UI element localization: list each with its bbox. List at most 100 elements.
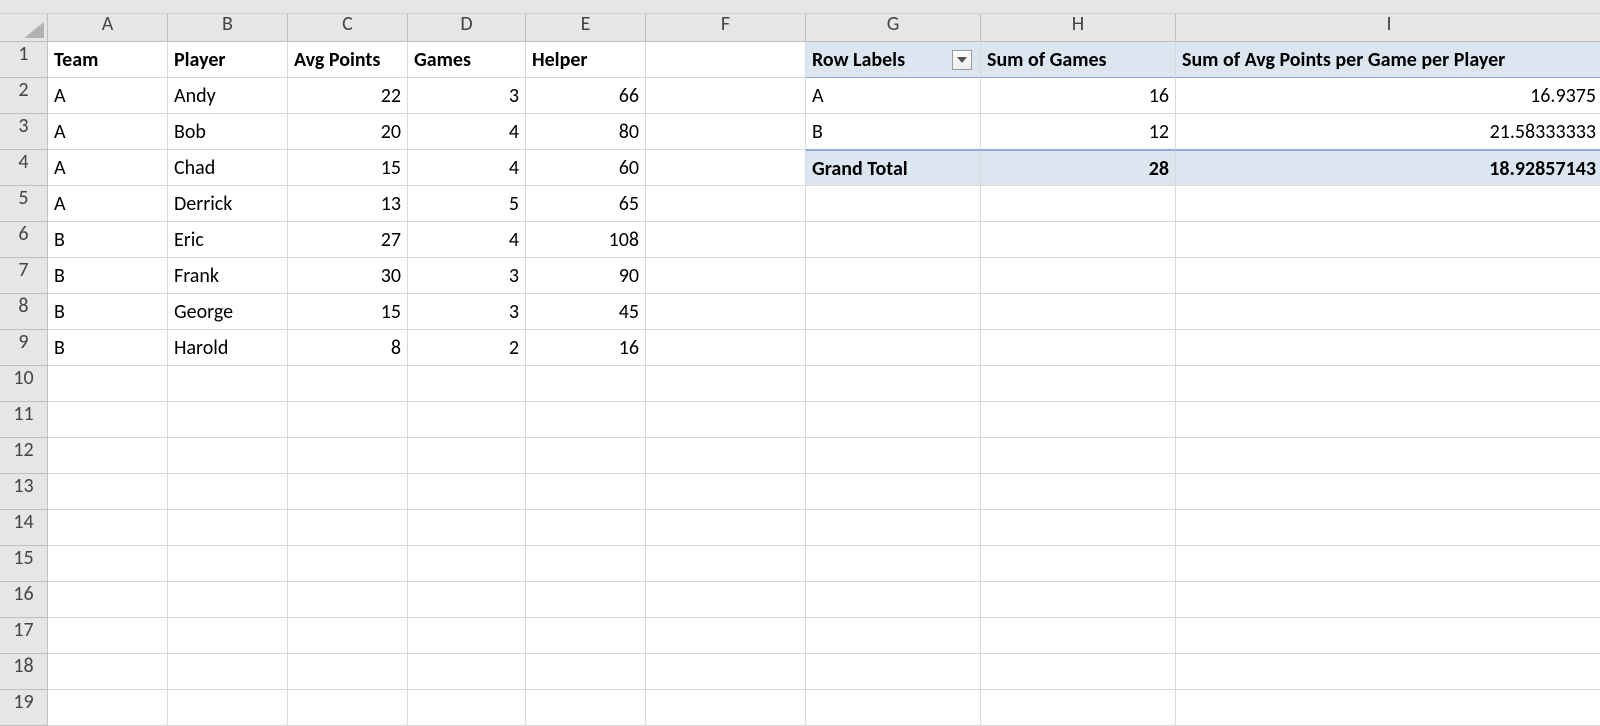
cell[interactable] bbox=[806, 330, 981, 366]
cell[interactable] bbox=[526, 510, 646, 546]
cell[interactable] bbox=[48, 474, 168, 510]
cell[interactable] bbox=[1176, 366, 1600, 402]
row-header-14[interactable]: 14 bbox=[0, 510, 48, 546]
cell[interactable]: 108 bbox=[526, 222, 646, 258]
cell[interactable]: 45 bbox=[526, 294, 646, 330]
row-header-9[interactable]: 9 bbox=[0, 330, 48, 366]
cell[interactable] bbox=[168, 366, 288, 402]
column-header-H[interactable]: H bbox=[981, 14, 1176, 42]
cell[interactable] bbox=[646, 222, 806, 258]
cell[interactable]: 3 bbox=[408, 294, 526, 330]
cell[interactable] bbox=[168, 510, 288, 546]
cell[interactable] bbox=[288, 438, 408, 474]
column-header-B[interactable]: B bbox=[168, 14, 288, 42]
cell[interactable] bbox=[806, 366, 981, 402]
cell[interactable]: A bbox=[48, 114, 168, 150]
cell[interactable] bbox=[646, 618, 806, 654]
cell[interactable] bbox=[526, 402, 646, 438]
cell[interactable] bbox=[981, 510, 1176, 546]
cell[interactable] bbox=[806, 258, 981, 294]
cell[interactable]: Frank bbox=[168, 258, 288, 294]
cell[interactable] bbox=[48, 546, 168, 582]
row-header-18[interactable]: 18 bbox=[0, 654, 48, 690]
row-header-2[interactable]: 2 bbox=[0, 78, 48, 114]
cell[interactable]: 66 bbox=[526, 78, 646, 114]
cell[interactable] bbox=[981, 654, 1176, 690]
cell[interactable] bbox=[408, 582, 526, 618]
cell[interactable] bbox=[288, 618, 408, 654]
pivot-header-sum-avg[interactable]: Sum of Avg Points per Game per Player bbox=[1176, 42, 1600, 78]
cell[interactable]: 15 bbox=[288, 294, 408, 330]
cell[interactable] bbox=[981, 474, 1176, 510]
cell[interactable] bbox=[408, 546, 526, 582]
cell[interactable] bbox=[646, 582, 806, 618]
cell[interactable] bbox=[48, 654, 168, 690]
cell[interactable] bbox=[981, 438, 1176, 474]
cell[interactable] bbox=[981, 402, 1176, 438]
row-header-13[interactable]: 13 bbox=[0, 474, 48, 510]
row-header-11[interactable]: 11 bbox=[0, 402, 48, 438]
cell[interactable] bbox=[646, 546, 806, 582]
cell[interactable] bbox=[48, 510, 168, 546]
row-header-8[interactable]: 8 bbox=[0, 294, 48, 330]
cell[interactable]: A bbox=[48, 78, 168, 114]
cell[interactable]: George bbox=[168, 294, 288, 330]
cell[interactable]: B bbox=[48, 222, 168, 258]
select-all-corner[interactable] bbox=[0, 14, 48, 42]
cell[interactable] bbox=[168, 654, 288, 690]
cell[interactable] bbox=[526, 690, 646, 726]
cell[interactable] bbox=[288, 582, 408, 618]
cell[interactable]: 13 bbox=[288, 186, 408, 222]
cell[interactable] bbox=[981, 690, 1176, 726]
cell[interactable]: A bbox=[48, 186, 168, 222]
header-B[interactable]: Player bbox=[168, 42, 288, 78]
cell[interactable]: Harold bbox=[168, 330, 288, 366]
cell[interactable] bbox=[526, 474, 646, 510]
cell[interactable] bbox=[288, 402, 408, 438]
cell[interactable]: 20 bbox=[288, 114, 408, 150]
cell[interactable] bbox=[168, 690, 288, 726]
row-header-10[interactable]: 10 bbox=[0, 366, 48, 402]
pivot-row-label[interactable]: A bbox=[806, 78, 981, 114]
cell[interactable] bbox=[646, 330, 806, 366]
cell[interactable] bbox=[526, 438, 646, 474]
cell[interactable] bbox=[1176, 294, 1600, 330]
cell[interactable]: 60 bbox=[526, 150, 646, 186]
pivot-grand-total-label[interactable]: Grand Total bbox=[806, 150, 981, 186]
cell[interactable]: 4 bbox=[408, 222, 526, 258]
cell[interactable] bbox=[981, 222, 1176, 258]
cell[interactable] bbox=[646, 42, 806, 78]
cell[interactable] bbox=[168, 582, 288, 618]
cell[interactable] bbox=[806, 294, 981, 330]
cell[interactable] bbox=[408, 654, 526, 690]
cell[interactable] bbox=[1176, 186, 1600, 222]
cell[interactable] bbox=[1176, 438, 1600, 474]
cell[interactable] bbox=[806, 222, 981, 258]
cell[interactable]: 15 bbox=[288, 150, 408, 186]
cell[interactable] bbox=[806, 510, 981, 546]
cell[interactable] bbox=[806, 438, 981, 474]
cell[interactable]: 16 bbox=[981, 78, 1176, 114]
cell[interactable]: 27 bbox=[288, 222, 408, 258]
column-header-E[interactable]: E bbox=[526, 14, 646, 42]
pivot-row-labels-header[interactable]: Row Labels bbox=[806, 42, 981, 78]
cell[interactable] bbox=[646, 654, 806, 690]
column-header-F[interactable]: F bbox=[646, 14, 806, 42]
cell[interactable]: 18.92857143 bbox=[1176, 150, 1600, 186]
cell[interactable] bbox=[1176, 618, 1600, 654]
cell[interactable] bbox=[806, 654, 981, 690]
cell[interactable] bbox=[981, 258, 1176, 294]
row-header-17[interactable]: 17 bbox=[0, 618, 48, 654]
cell[interactable] bbox=[981, 582, 1176, 618]
cell[interactable] bbox=[48, 402, 168, 438]
cell[interactable]: Eric bbox=[168, 222, 288, 258]
spreadsheet-grid[interactable]: ABCDEFGHIJ1TeamPlayerAvg PointsGamesHelp… bbox=[0, 14, 1600, 726]
cell[interactable] bbox=[1176, 690, 1600, 726]
cell[interactable] bbox=[288, 654, 408, 690]
cell[interactable]: 16 bbox=[526, 330, 646, 366]
cell[interactable] bbox=[646, 366, 806, 402]
cell[interactable] bbox=[1176, 546, 1600, 582]
cell[interactable] bbox=[646, 438, 806, 474]
cell[interactable]: 22 bbox=[288, 78, 408, 114]
cell[interactable] bbox=[646, 402, 806, 438]
